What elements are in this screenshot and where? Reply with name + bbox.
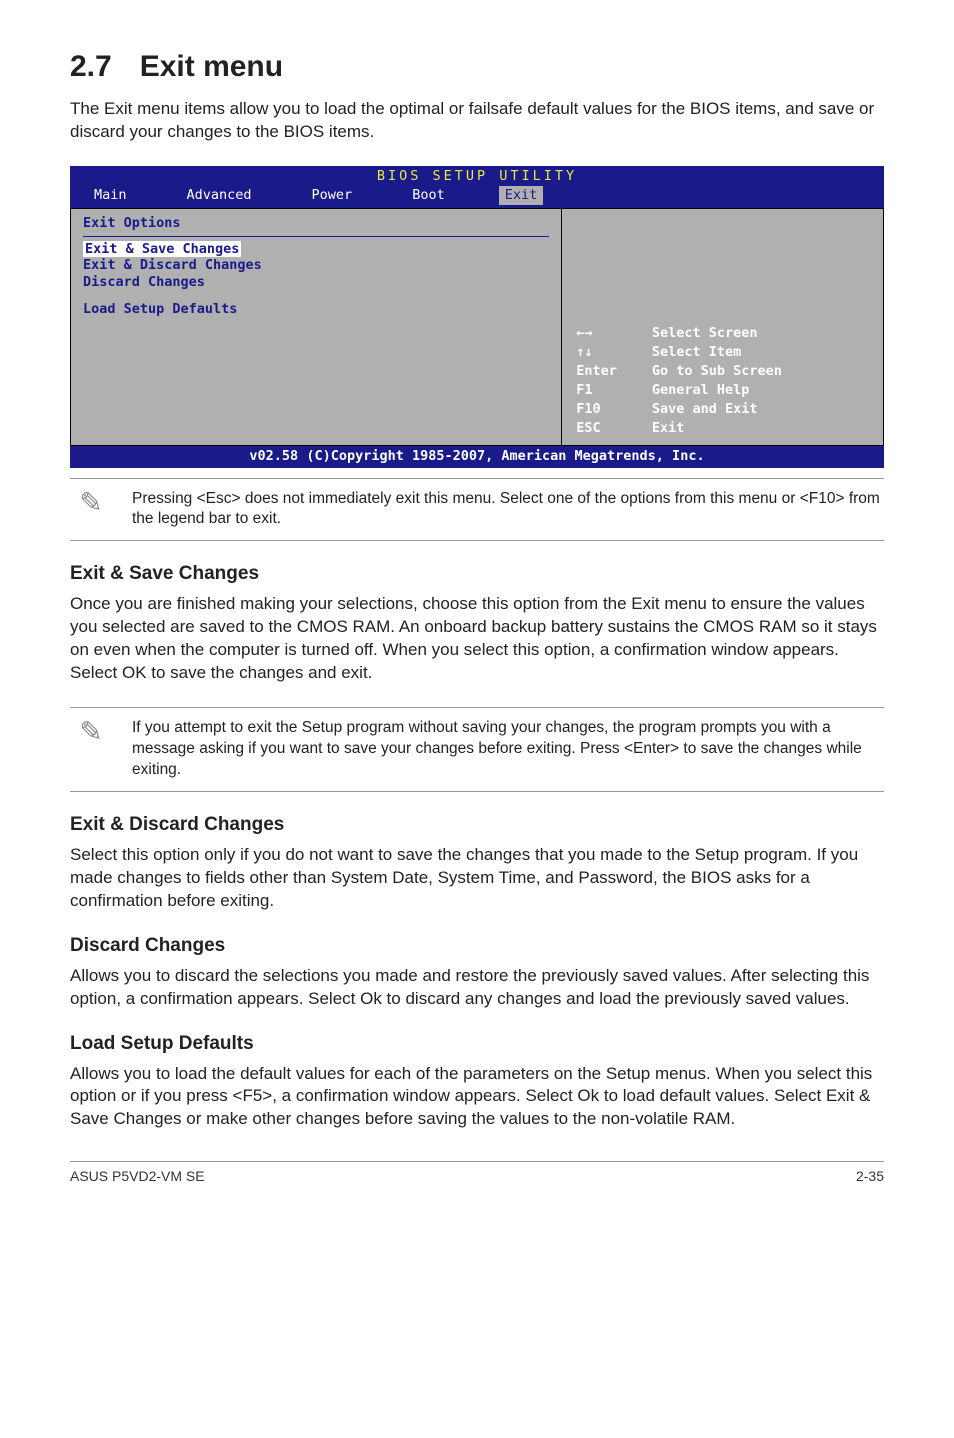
paragraph: Once you are finished making your select…: [70, 593, 884, 685]
bios-tab-main[interactable]: Main: [88, 186, 133, 205]
bios-title: BIOS SETUP UTILITY: [377, 168, 577, 185]
note-block: ✎ Pressing <Esc> does not immediately ex…: [70, 478, 884, 542]
help-val: Select Item: [650, 344, 871, 361]
help-val: Select Screen: [650, 325, 871, 342]
help-key: ESC: [574, 420, 648, 437]
section-title-text: Exit menu: [140, 50, 283, 83]
note-text: If you attempt to exit the Setup program…: [132, 718, 884, 781]
subheading-exit-save: Exit & Save Changes: [70, 563, 884, 585]
note-block: ✎ If you attempt to exit the Setup progr…: [70, 707, 884, 792]
subheading-load-defaults: Load Setup Defaults: [70, 1033, 884, 1055]
bios-option[interactable]: Exit & Save Changes: [83, 241, 549, 258]
paragraph: Allows you to discard the selections you…: [70, 965, 884, 1011]
footer-left: ASUS P5VD2-VM SE: [70, 1168, 205, 1184]
help-val: Go to Sub Screen: [650, 363, 871, 380]
help-val: Save and Exit: [650, 401, 871, 418]
help-val: Exit: [650, 420, 871, 437]
bios-tab-boot[interactable]: Boot: [406, 186, 451, 205]
help-key: F10: [574, 401, 648, 418]
footer-right: 2-35: [856, 1168, 884, 1184]
bios-option[interactable]: Load Setup Defaults: [83, 301, 549, 318]
help-key: ↑↓: [574, 344, 648, 361]
section-number: 2.7: [70, 50, 112, 83]
help-val: General Help: [650, 382, 871, 399]
bios-right-panel: ←→Select Screen ↑↓Select Item EnterGo to…: [561, 208, 884, 446]
subheading-discard: Discard Changes: [70, 935, 884, 957]
bios-option[interactable]: Exit & Discard Changes: [83, 257, 549, 274]
help-key: F1: [574, 382, 648, 399]
bios-footer: v02.58 (C)Copyright 1985-2007, American …: [70, 446, 884, 468]
bios-tab-advanced[interactable]: Advanced: [181, 186, 258, 205]
note-text: Pressing <Esc> does not immediately exit…: [132, 489, 884, 531]
bios-tab-power[interactable]: Power: [306, 186, 359, 205]
bios-screenshot: BIOS SETUP UTILITY Main Advanced Power B…: [70, 166, 884, 468]
bios-menubar: Main Advanced Power Boot Exit: [70, 186, 884, 208]
page-footer: ASUS P5VD2-VM SE 2-35: [70, 1161, 884, 1184]
bios-left-panel: Exit Options Exit & Save Changes Exit & …: [70, 208, 561, 446]
bios-titlebar: BIOS SETUP UTILITY: [70, 166, 884, 186]
pencil-icon: ✎: [70, 718, 112, 781]
help-key: ←→: [574, 325, 648, 342]
bios-tab-exit[interactable]: Exit: [499, 186, 544, 205]
section-heading: 2.7 Exit menu: [70, 50, 884, 84]
bios-options-header: Exit Options: [83, 215, 549, 232]
subheading-exit-discard: Exit & Discard Changes: [70, 814, 884, 836]
paragraph: Select this option only if you do not wa…: [70, 844, 884, 913]
bios-option[interactable]: Discard Changes: [83, 274, 549, 291]
paragraph: Allows you to load the default values fo…: [70, 1063, 884, 1132]
bios-help-table: ←→Select Screen ↑↓Select Item EnterGo to…: [572, 323, 873, 438]
help-key: Enter: [574, 363, 648, 380]
intro-paragraph: The Exit menu items allow you to load th…: [70, 98, 884, 144]
pencil-icon: ✎: [70, 489, 112, 531]
